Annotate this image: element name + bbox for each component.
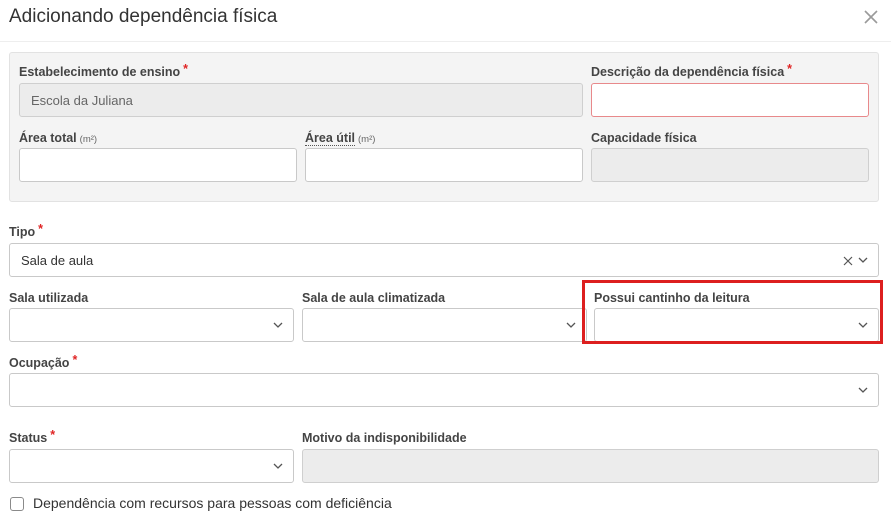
estabelecimento-field: Escola da Juliana bbox=[19, 83, 583, 117]
sala-climatizada-label: Sala de aula climatizada bbox=[302, 291, 446, 305]
descricao-label: Descrição da dependência física * bbox=[591, 62, 793, 79]
required-marker: * bbox=[183, 62, 189, 76]
dialog-title: Adicionando dependência física bbox=[9, 6, 278, 27]
status-select[interactable] bbox=[9, 449, 294, 483]
tipo-select[interactable]: Sala de aula bbox=[9, 243, 879, 277]
area-total-input[interactable] bbox=[19, 148, 297, 182]
required-marker: * bbox=[72, 353, 78, 367]
tipo-label: Tipo * bbox=[9, 222, 44, 239]
chevron-down-icon[interactable] bbox=[858, 256, 868, 264]
acessibilidade-checkbox[interactable] bbox=[10, 497, 24, 511]
area-util-input[interactable] bbox=[305, 148, 583, 182]
highlight-box bbox=[582, 280, 883, 344]
sala-utilizada-select[interactable] bbox=[9, 308, 294, 342]
status-label: Status * bbox=[9, 428, 56, 445]
tipo-value: Sala de aula bbox=[21, 252, 94, 268]
area-total-label: Área total (m²) bbox=[19, 131, 98, 145]
capacidade-field bbox=[591, 148, 869, 182]
ocupacao-select[interactable] bbox=[9, 373, 879, 407]
close-icon bbox=[864, 10, 878, 24]
ocupacao-label: Ocupação * bbox=[9, 353, 78, 370]
required-marker: * bbox=[38, 222, 44, 236]
acessibilidade-label[interactable]: Dependência com recursos para pessoas co… bbox=[33, 495, 392, 511]
chevron-down-icon[interactable] bbox=[858, 386, 868, 394]
estabelecimento-label: Estabelecimento de ensino * bbox=[19, 62, 189, 79]
sala-utilizada-label: Sala utilizada bbox=[9, 291, 89, 305]
title-divider bbox=[0, 41, 891, 42]
chevron-down-icon[interactable] bbox=[273, 321, 283, 329]
chevron-down-icon[interactable] bbox=[273, 462, 283, 470]
sala-climatizada-select[interactable] bbox=[302, 308, 587, 342]
required-marker: * bbox=[50, 428, 56, 442]
close-button[interactable] bbox=[860, 6, 882, 28]
chevron-down-icon[interactable] bbox=[566, 321, 576, 329]
motivo-label: Motivo da indisponibilidade bbox=[302, 431, 467, 445]
required-marker: * bbox=[787, 62, 793, 76]
clear-icon[interactable] bbox=[843, 256, 853, 266]
motivo-field bbox=[302, 449, 879, 483]
capacidade-label: Capacidade física bbox=[591, 131, 697, 145]
descricao-input[interactable] bbox=[591, 83, 869, 117]
area-util-label: Área útil (m²) bbox=[305, 131, 376, 146]
